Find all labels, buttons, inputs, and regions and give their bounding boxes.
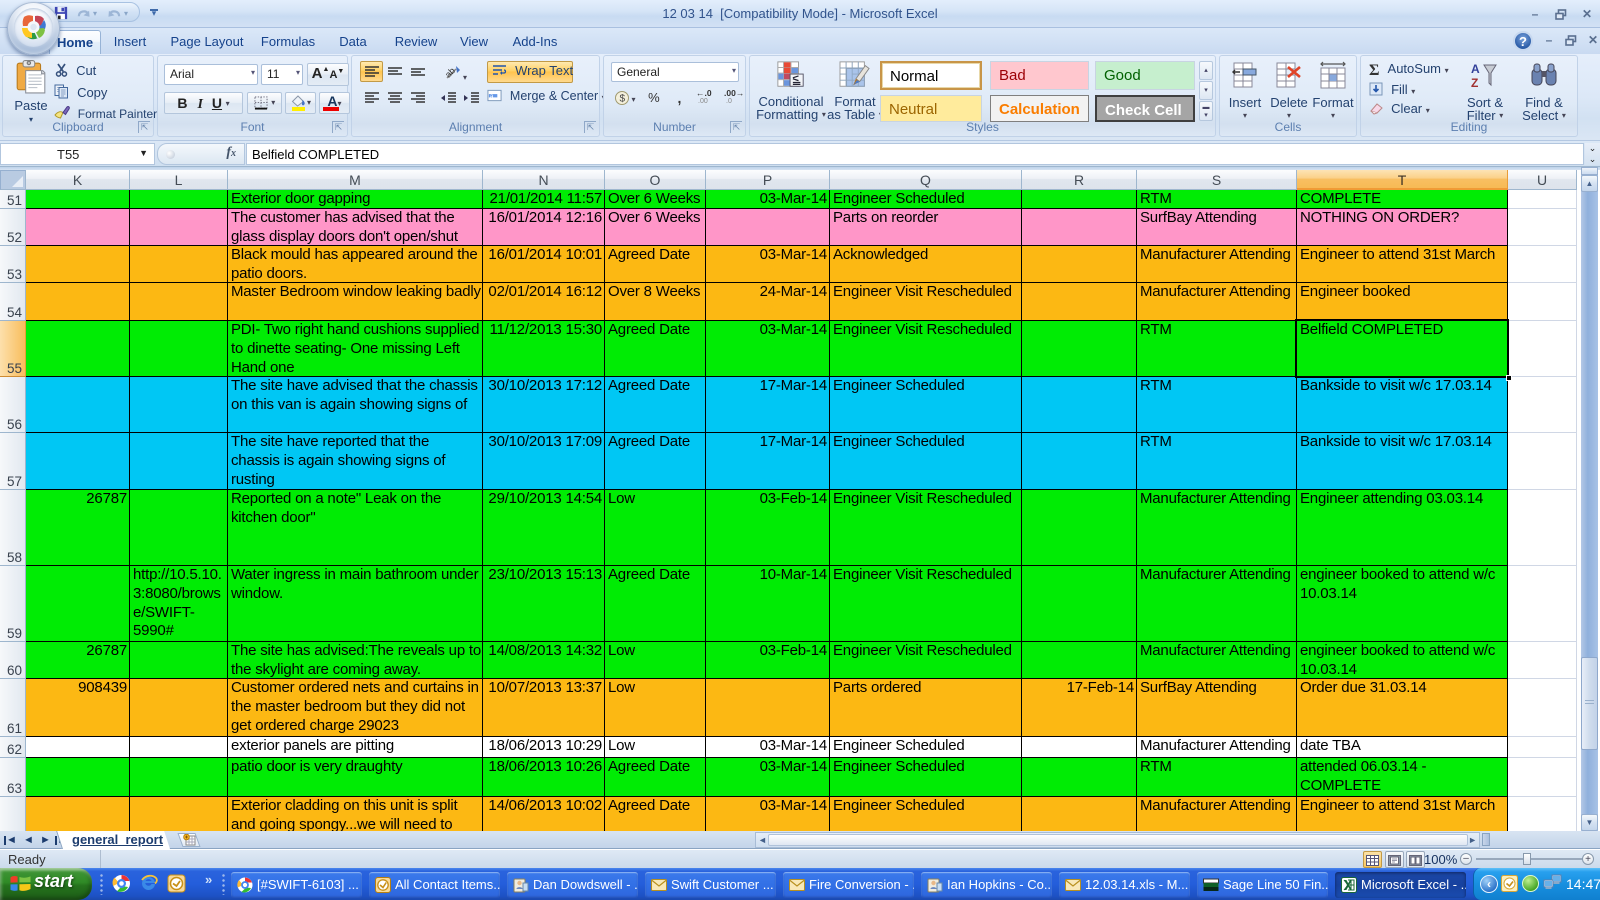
svg-text:.00→: .00→ — [724, 88, 743, 98]
svg-text:ab: ab — [445, 66, 457, 80]
svg-text:←.0: ←.0 — [696, 88, 712, 98]
svg-text:.00: .00 — [698, 98, 708, 104]
svg-text:Z: Z — [1471, 76, 1478, 90]
svg-text:A: A — [1471, 62, 1480, 76]
svg-text:a: a — [490, 93, 494, 100]
svg-text:.0: .0 — [726, 98, 732, 104]
svg-text:$: $ — [620, 94, 626, 105]
